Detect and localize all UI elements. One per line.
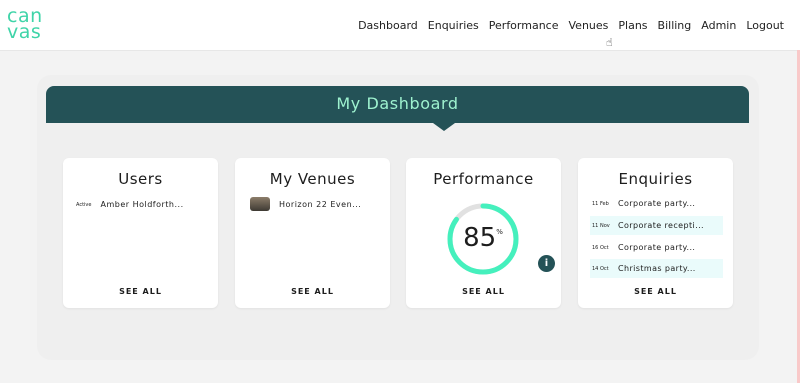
enquiries-see-all-button[interactable]: SEE ALL (578, 287, 733, 296)
users-see-all-button[interactable]: SEE ALL (63, 287, 218, 296)
enquiry-text: Corporate party... (618, 243, 696, 252)
nav-billing[interactable]: Billing (658, 19, 692, 33)
nav-logout[interactable]: Logout (746, 19, 784, 33)
enquiry-date: 14 Oct (592, 265, 609, 272)
performance-see-all-button[interactable]: SEE ALL (406, 287, 561, 296)
enquiry-row[interactable]: 11 Nov Corporate recepti... (590, 216, 723, 235)
nav-admin[interactable]: Admin (701, 19, 736, 33)
enquiries-card: Enquiries 11 Feb Corporate party... 11 N… (578, 158, 733, 308)
performance-gauge: 85% (445, 201, 521, 277)
nav-enquiries[interactable]: Enquiries (428, 19, 479, 33)
venue-thumbnail (250, 197, 270, 211)
user-row[interactable]: Active Amber Holdforth... (76, 200, 184, 209)
venues-see-all-button[interactable]: SEE ALL (235, 287, 390, 296)
enquiry-row[interactable]: 14 Oct Christmas party... (590, 259, 723, 278)
info-icon[interactable]: i (538, 255, 555, 272)
gauge-value: 85% (445, 223, 521, 253)
enquiries-card-title: Enquiries (618, 170, 693, 188)
enquiry-date: 11 Feb (592, 200, 609, 207)
canvas-logo[interactable]: can vas (7, 7, 57, 43)
performance-card: Performance 85% i SEE ALL (406, 158, 561, 308)
gauge-unit: % (496, 228, 503, 236)
enquiry-text: Corporate party... (618, 199, 696, 208)
enquiry-date: 16 Oct (592, 244, 609, 251)
enquiry-date: 11 Nov (592, 222, 610, 229)
users-card-title: Users (118, 170, 163, 188)
user-status: Active (76, 201, 92, 208)
top-navbar: can vas Dashboard Enquiries Performance … (0, 0, 800, 51)
page-title: My Dashboard (336, 94, 459, 113)
enquiry-row[interactable]: 16 Oct Corporate party... (590, 238, 723, 257)
venues-card-title: My Venues (269, 170, 356, 188)
user-name: Amber Holdforth... (100, 200, 184, 209)
nav-performance[interactable]: Performance (489, 19, 559, 33)
dashboard-header: My Dashboard (46, 86, 749, 131)
nav-plans[interactable]: Plans (618, 19, 647, 33)
users-card: Users Active Amber Holdforth... SEE ALL (63, 158, 218, 308)
venue-row[interactable]: Horizon 22 Even... (250, 197, 361, 211)
performance-card-title: Performance (433, 170, 534, 188)
venue-name: Horizon 22 Even... (279, 199, 362, 209)
header-notch (433, 123, 455, 131)
venues-card: My Venues Horizon 22 Even... SEE ALL (235, 158, 390, 308)
enquiry-text: Corporate recepti... (618, 221, 704, 230)
nav-dashboard[interactable]: Dashboard (358, 19, 418, 33)
enquiry-text: Christmas party... (618, 264, 696, 273)
gauge-number: 85 (463, 223, 497, 253)
enquiry-row[interactable]: 11 Feb Corporate party... (590, 194, 723, 213)
logo-line2: vas (7, 21, 42, 43)
main-nav: Dashboard Enquiries Performance Venues P… (358, 19, 784, 33)
hand-cursor-icon: ☝ (606, 36, 613, 49)
nav-venues[interactable]: Venues (569, 19, 609, 33)
